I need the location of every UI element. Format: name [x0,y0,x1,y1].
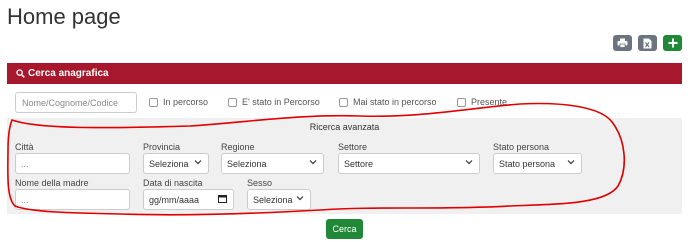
panel-header: Cerca anagrafica [7,63,682,84]
checkbox-in-percorso[interactable]: In percorso [149,97,208,107]
search-input[interactable]: Nome/Cognome/Codice [15,92,137,113]
checkbox-box[interactable] [457,97,466,107]
checkbox-mai-stato[interactable]: Mai stato in percorso [339,97,437,107]
nome-madre-input[interactable]: ... [15,189,130,210]
provincia-select[interactable]: Seleziona [143,153,209,174]
citta-label: Città [15,142,34,152]
chevron-down-icon [465,160,473,165]
checkbox-label: E' stato in Percorso [242,97,320,107]
calendar-icon[interactable] [218,194,227,203]
print-button[interactable] [613,35,632,51]
regione-select[interactable]: Seleziona [221,153,324,174]
sesso-select[interactable]: Seleziona [247,189,311,210]
citta-input[interactable]: ... [15,153,130,174]
data-nascita-value: gg/mm/aaaa [149,194,200,205]
sesso-value: Seleziona [253,194,293,205]
nome-madre-label: Nome della madre [15,178,89,188]
plus-icon [668,38,677,48]
sesso-label: Sesso [247,178,273,188]
chevron-down-icon [567,160,575,165]
data-nascita-input[interactable]: gg/mm/aaaa [143,189,234,210]
checkbox-presente[interactable]: Presente [457,97,507,107]
provincia-value: Seleziona [149,158,189,169]
settore-label: Settore [338,142,368,152]
checkbox-box[interactable] [228,97,237,107]
toolbar [613,35,682,51]
regione-label: Regione [221,142,255,152]
page-root: Home page Cerca anagrafica Nome/Cognome/… [0,0,690,242]
provincia-label: Provincia [143,142,181,152]
checkbox-label: Presente [471,97,508,107]
settore-value: Settore [344,158,374,169]
excel-export-button[interactable] [638,35,657,51]
excel-icon [643,38,652,48]
print-icon [617,38,628,48]
stato-persona-select[interactable]: Stato persona [493,153,582,174]
chevron-down-icon [296,196,304,201]
checkbox-label: In percorso [163,97,209,107]
search-icon [16,69,25,78]
settore-select[interactable]: Settore [338,153,480,174]
stato-persona-label: Stato persona [493,142,550,152]
advanced-search-title: Ricerca avanzata [309,122,380,132]
checkbox-e-stato[interactable]: E' stato in Percorso [228,97,320,107]
checkbox-box[interactable] [339,97,348,107]
chevron-down-icon [194,160,202,165]
checkbox-box[interactable] [149,97,158,107]
search-button[interactable]: Cerca [326,219,363,239]
data-nascita-label: Data di nascita [143,178,203,188]
regione-value: Seleziona [227,158,267,169]
page-title: Home page [7,4,121,29]
stato-persona-value: Stato persona [499,158,556,169]
add-button[interactable] [663,35,682,51]
chevron-down-icon [309,160,317,165]
panel-title: Cerca anagrafica [28,68,109,79]
checkbox-label: Mai stato in percorso [353,97,437,107]
